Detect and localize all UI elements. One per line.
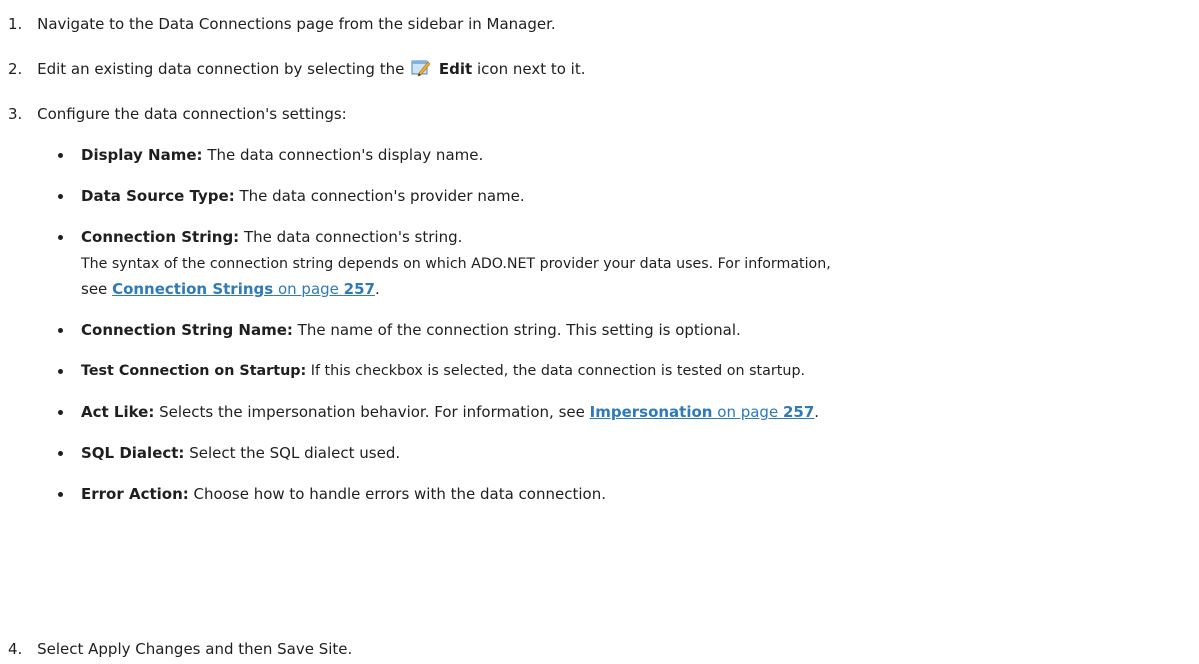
setting-desc: If this checkbox is selected, the data c…	[310, 363, 806, 379]
setting-term: Data Source Type:	[81, 187, 235, 205]
setting-term: Act Like:	[81, 403, 155, 421]
period: .	[814, 403, 820, 421]
setting-act-like: Act Like: Selects the impersonation beha…	[81, 402, 819, 422]
step-text: Navigate to the Data Connections page fr…	[37, 15, 556, 33]
setting-desc: The data connection's string.	[243, 228, 463, 246]
setting-desc: Selects the impersonation behavior. For …	[159, 403, 585, 421]
setting-error-action: Error Action: Choose how to handle error…	[81, 484, 606, 504]
setting-term: Connection String:	[81, 228, 240, 246]
impersonation-link[interactable]: Impersonation on page 257	[590, 403, 815, 421]
period: .	[374, 280, 380, 298]
bullet-dot	[58, 153, 63, 158]
step-text: Configure the data connection's settings…	[37, 105, 347, 123]
connection-string-note-2: see Connection Strings on page 257.	[81, 279, 380, 299]
setting-connection-string: Connection String: The data connection's…	[81, 227, 462, 247]
bullet-dot	[58, 235, 63, 240]
setting-desc: The data connection's provider name.	[239, 187, 525, 205]
setting-desc: The name of the connection string. This …	[297, 321, 741, 339]
bullet-dot	[58, 369, 63, 374]
setting-desc: Select the SQL dialect used.	[189, 444, 401, 462]
step-3: 3. Configure the data connection's setti…	[8, 104, 347, 124]
bullet-dot	[58, 492, 63, 497]
step-1: 1. Navigate to the Data Connections page…	[8, 14, 556, 34]
setting-term: Display Name:	[81, 146, 203, 164]
step-number: 3.	[8, 105, 23, 123]
setting-data-source-type: Data Source Type: The data connection's …	[81, 186, 525, 206]
setting-desc: Choose how to handle errors with the dat…	[193, 485, 606, 503]
step-text: Select Apply Changes and then Save Site.	[37, 640, 353, 658]
step-text: Edit an existing data connection by sele…	[37, 60, 405, 78]
step-number: 4.	[8, 640, 23, 658]
connection-string-note: The syntax of the connection string depe…	[81, 256, 831, 272]
setting-term: Connection String Name:	[81, 321, 293, 339]
step-text-end: icon next to it.	[476, 60, 586, 78]
step-4: 4. Select Apply Changes and then Save Si…	[8, 639, 352, 659]
setting-term: SQL Dialect:	[81, 444, 185, 462]
setting-sql-dialect: SQL Dialect: Select the SQL dialect used…	[81, 443, 400, 463]
see-text: see	[81, 280, 108, 298]
bullet-dot	[58, 451, 63, 456]
edit-label: Edit	[438, 60, 473, 78]
setting-connection-string-name: Connection String Name: The name of the …	[81, 320, 741, 340]
setting-test-connection: Test Connection on Startup: If this chec…	[81, 361, 805, 381]
setting-term: Test Connection on Startup:	[81, 363, 307, 379]
setting-display-name: Display Name: The data connection's disp…	[81, 145, 483, 165]
bullet-dot	[58, 410, 63, 415]
bullet-dot	[58, 328, 63, 333]
bullet-dot	[58, 194, 63, 199]
edit-pencil-icon	[411, 59, 431, 77]
connection-strings-link[interactable]: Connection Strings on page 257	[112, 280, 375, 298]
setting-term: Error Action:	[81, 485, 189, 503]
setting-desc: The data connection's display name.	[207, 146, 484, 164]
step-2: 2. Edit an existing data connection by s…	[8, 59, 586, 79]
step-number: 1.	[8, 15, 23, 33]
step-number: 2.	[8, 60, 23, 78]
